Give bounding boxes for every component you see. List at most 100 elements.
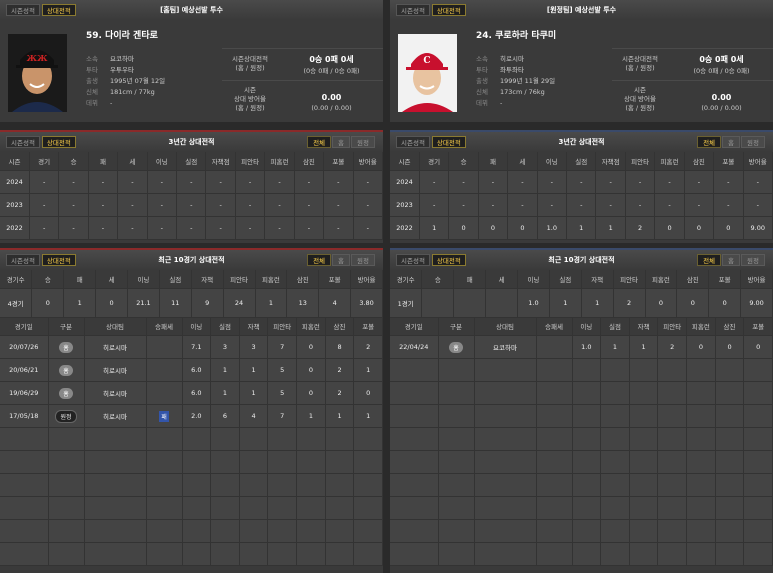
filter-home-button[interactable]: 홈 — [722, 136, 741, 148]
column-header: 승 — [448, 152, 479, 171]
table-cell: 4경기 — [0, 288, 33, 318]
table-row: 2024- - - - - - - - - - - - — [0, 170, 384, 194]
empty-cell — [353, 519, 383, 543]
tab-season-stats[interactable]: 시즌성적 — [396, 254, 430, 266]
filter-buttons: 전체 홈 원정 — [697, 254, 765, 266]
filter-home-button[interactable]: 홈 — [332, 254, 351, 266]
empty-cell — [239, 519, 269, 543]
table-cell: 1 — [239, 358, 269, 382]
empty-cell — [536, 519, 573, 543]
empty-cell — [657, 450, 688, 474]
tab-head-to-head[interactable]: 상대전적 — [41, 4, 76, 16]
empty-cell — [239, 450, 269, 474]
empty-cell — [267, 519, 298, 543]
table-cell: 1 — [419, 216, 450, 240]
section-tabs: 시즌성적 상대전적 — [6, 4, 76, 16]
empty-cell — [474, 473, 537, 497]
table-cell: 히로시마 — [84, 358, 147, 382]
tab-season-stats[interactable]: 시즌성적 — [396, 136, 430, 148]
era-sub: (홈 / 원정) — [235, 104, 265, 112]
table-row — [390, 496, 773, 520]
filter-all-button[interactable]: 전체 — [697, 254, 722, 266]
column-header: 승패세 — [536, 317, 573, 336]
column-header: 피안타 — [223, 270, 256, 289]
tab-head-to-head[interactable]: 상대전적 — [41, 136, 76, 148]
table-cell: - — [88, 170, 119, 194]
empty-cell — [686, 450, 716, 474]
empty-cell — [390, 519, 439, 543]
table-row — [390, 404, 773, 428]
table-cell: - — [117, 170, 148, 194]
panel-header: 시즌성적 상대전적 [홈팀] 예상선발 투수 — [0, 0, 383, 20]
info-row: 소속 요코하마 — [86, 54, 220, 65]
filter-all-button[interactable]: 전체 — [697, 136, 722, 148]
info-value: 1999년 11월 29일 — [500, 77, 556, 85]
column-header: 포볼 — [318, 270, 352, 289]
filter-all-button[interactable]: 전체 — [307, 254, 332, 266]
info-row: 출생 1995년 07월 12일 — [86, 76, 220, 87]
table-cell: 홈 — [438, 335, 475, 359]
empty-cell — [390, 427, 439, 451]
table-cell: 1.0 — [572, 335, 602, 359]
table-cell: - — [478, 170, 509, 194]
table-cell: 2024 — [390, 170, 420, 194]
tab-head-to-head[interactable]: 상대전적 — [431, 136, 466, 148]
empty-cell — [629, 427, 659, 451]
empty-cell — [572, 450, 602, 474]
table-cell: - — [353, 193, 384, 217]
filter-home-button[interactable]: 홈 — [332, 136, 351, 148]
column-header: 이닝 — [127, 270, 160, 289]
filter-all-button[interactable]: 전체 — [307, 136, 332, 148]
filter-away-button[interactable]: 원정 — [741, 254, 765, 266]
filter-away-button[interactable]: 원정 — [351, 136, 375, 148]
table-cell: 0 — [296, 335, 326, 359]
tab-season-stats[interactable]: 시즌성적 — [6, 4, 40, 16]
empty-cell — [600, 404, 630, 428]
svg-text:C: C — [423, 56, 430, 66]
empty-cell — [536, 496, 573, 520]
filter-away-button[interactable]: 원정 — [351, 254, 375, 266]
tab-season-stats[interactable]: 시즌성적 — [6, 254, 40, 266]
empty-cell — [743, 519, 773, 543]
column-header: 자책점 — [205, 152, 236, 171]
column-header: 실점 — [159, 270, 192, 289]
empty-cell — [629, 496, 659, 520]
table-row — [0, 519, 383, 543]
table-cell: 2 — [613, 288, 646, 318]
table-cell: 1 — [629, 335, 659, 359]
tab-season-stats[interactable]: 시즌성적 — [6, 136, 40, 148]
table-cell: - — [713, 193, 744, 217]
tab-head-to-head[interactable]: 상대전적 — [41, 254, 76, 266]
empty-cell — [0, 519, 49, 543]
table-cell — [485, 288, 518, 318]
column-header: 경기일 — [390, 317, 439, 336]
table-cell: 1 — [325, 404, 355, 428]
filter-away-button[interactable]: 원정 — [741, 136, 765, 148]
empty-cell — [600, 519, 630, 543]
empty-cell — [438, 358, 475, 382]
empty-cell — [572, 519, 602, 543]
table-cell: - — [448, 170, 479, 194]
era-detail: (0.00 / 0.00) — [701, 104, 742, 112]
tab-head-to-head[interactable]: 상대전적 — [431, 254, 466, 266]
info-value: 히로시마 — [500, 55, 524, 63]
empty-cell — [210, 542, 240, 566]
tab-head-to-head[interactable]: 상대전적 — [431, 4, 466, 16]
empty-cell — [146, 473, 183, 497]
column-header: 피홈런 — [264, 152, 295, 171]
table-cell: 7 — [267, 335, 298, 359]
column-header: 이닝 — [182, 317, 212, 336]
column-header: 자책 — [239, 317, 269, 336]
filter-home-button[interactable]: 홈 — [722, 254, 741, 266]
table-cell: 1경기 — [390, 288, 423, 318]
season-record-label: 시즌상대전적 — [232, 55, 268, 63]
empty-cell — [325, 427, 355, 451]
tab-season-stats[interactable]: 시즌성적 — [396, 4, 430, 16]
table-cell: - — [353, 170, 384, 194]
info-value: 173cm / 76kg — [500, 88, 545, 96]
table-row — [390, 473, 773, 497]
table-cell: - — [264, 216, 295, 240]
info-row: 출생 1999년 11월 29일 — [476, 76, 610, 87]
season-record-box: 시즌상대전적 (홈 / 원정) 0승 0패 0세 (0승 0패 / 0승 0패) — [612, 48, 773, 78]
table-cell: - — [29, 193, 60, 217]
